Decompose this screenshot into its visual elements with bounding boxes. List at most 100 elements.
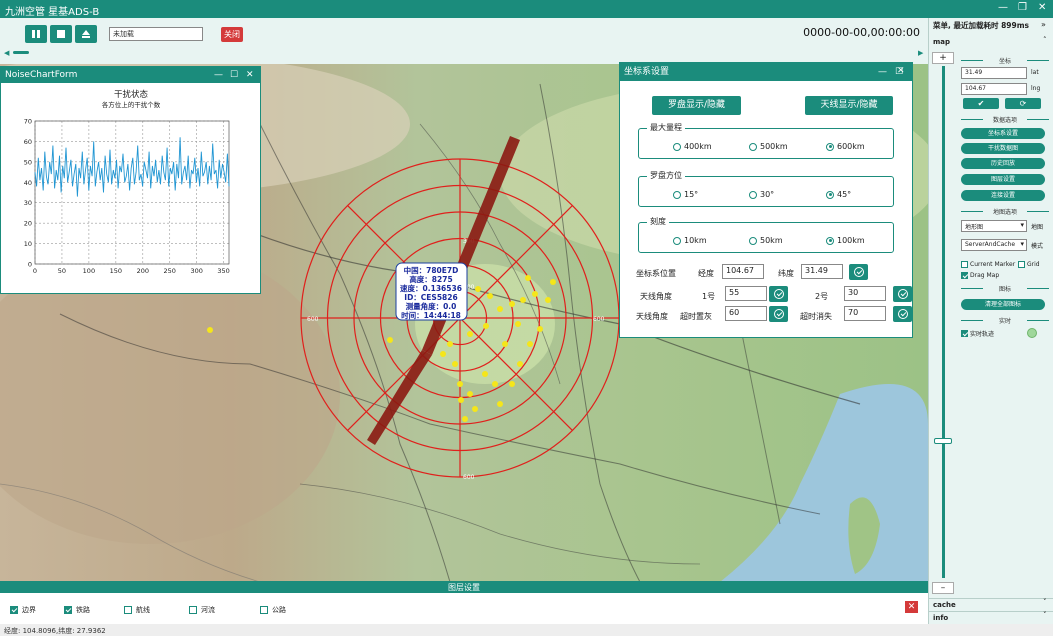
y-tick-label: 30 [24, 199, 32, 207]
antenna2-confirm-button[interactable] [893, 286, 912, 302]
chart-title: 干扰状态 [114, 89, 149, 100]
lon-label: 经度 [698, 269, 714, 278]
coord-window-header[interactable]: 坐标系设置 — ☐ [620, 63, 912, 81]
lat-field[interactable]: 31.49 [961, 67, 1027, 79]
check-icon [897, 289, 908, 299]
apply-coord-button[interactable]: ✔ [963, 98, 999, 109]
layer-settings-button[interactable]: 图层设置 [961, 174, 1045, 185]
timeout-gray-confirm-button[interactable] [769, 306, 788, 322]
cache-mode-select[interactable]: ServerAndCache [961, 239, 1027, 251]
y-tick-label: 10 [24, 240, 32, 248]
timeout-gray-input[interactable]: 60 [725, 306, 767, 321]
eject-button[interactable] [75, 25, 97, 43]
dir-option-15[interactable]: 15° [673, 190, 698, 199]
drag-map-checkbox[interactable]: Drag Map [961, 272, 999, 279]
map-section-header[interactable]: map [929, 36, 1053, 48]
coord-section-label: 坐标 [961, 56, 1049, 65]
close-icon[interactable]: ✕ [1038, 2, 1046, 13]
lng-field[interactable]: 104.67 [961, 83, 1027, 95]
close-icon-glyph[interactable]: ✕ [897, 66, 905, 76]
layer-river-checkbox[interactable]: 河流 [189, 605, 215, 615]
minimize-icon[interactable]: — [878, 63, 887, 81]
timeout-vanish-input[interactable]: 70 [844, 306, 886, 321]
antenna-angle-label: 天线角度 [640, 292, 672, 301]
x-tick-label: 250 [164, 267, 176, 275]
scale-option-100[interactable]: 100km [826, 236, 865, 245]
antenna2-label: 2号 [815, 292, 829, 301]
tooltip-line-4: ID：CES5826 [404, 293, 457, 302]
range-option-500[interactable]: 500km [749, 142, 788, 151]
antenna2-input[interactable]: 30 [844, 286, 886, 301]
lon-input[interactable]: 104.67 [722, 264, 764, 279]
zoom-in-button[interactable]: + [932, 52, 954, 64]
cache-section-header[interactable]: cache [929, 598, 1053, 610]
status-bar: 经度: 104.8096,纬度: 27.9362 [0, 624, 1053, 636]
layer-road-checkbox[interactable]: 公路 [260, 605, 286, 615]
close-button[interactable]: 关闭 [221, 27, 243, 42]
zoom-thumb[interactable] [934, 438, 952, 444]
info-section-header[interactable]: info [929, 611, 1053, 623]
noise-chart-window[interactable]: NoiseChartForm — ☐ ✕ 干扰状态 各方位上的干扰个数 0 10 2… [0, 66, 261, 294]
history-playback-button[interactable]: 历史回放 [961, 158, 1045, 169]
map-type-select[interactable]: 地形图 [961, 220, 1027, 232]
scale-group: 刻度 10km 50km 100km [638, 216, 894, 253]
antenna-toggle-button[interactable]: 天线显示/隐藏 [805, 96, 893, 115]
minimize-icon[interactable]: — [998, 2, 1008, 13]
lat-unit: lat [1031, 69, 1039, 76]
antenna1-confirm-button[interactable] [769, 286, 788, 302]
dir-option-30[interactable]: 30° [749, 190, 774, 199]
restore-icon[interactable]: ❐ [1018, 2, 1027, 13]
scale-option-10[interactable]: 10km [673, 236, 707, 245]
aircraft-tooltip: 中国：780E7D 高度：8275 速度：0.136536 ID：CES5826… [395, 262, 468, 321]
pause-button[interactable] [25, 25, 47, 43]
check-icon [897, 309, 908, 319]
file-input[interactable]: 未加载 [109, 27, 203, 41]
lat-input[interactable]: 31.49 [801, 264, 843, 279]
app-title: 九洲空管 星基ADS-B [5, 7, 100, 18]
antenna1-label: 1号 [702, 292, 716, 301]
layer-airway-checkbox[interactable]: 航线 [124, 605, 150, 615]
x-tick-label: 100 [83, 267, 95, 275]
scale-option-50[interactable]: 50km [749, 236, 783, 245]
collapse-right-icon[interactable]: » [1041, 20, 1046, 29]
check-icon [773, 289, 784, 299]
chevron-down-icon[interactable]: ˅ [1043, 598, 1047, 606]
realtime-track-checkbox[interactable]: 实时轨迹 [961, 329, 994, 338]
maximize-icon[interactable]: ☐ [230, 67, 238, 83]
clear-icons-button[interactable]: 清理全部图标 [961, 299, 1045, 310]
playback-slider[interactable]: ◀ ▶ [2, 48, 926, 56]
coord-settings-button[interactable]: 坐标系设置 [961, 128, 1045, 139]
layer-border-checkbox[interactable]: 边界 [10, 605, 36, 615]
chevron-down-icon[interactable]: ˅ [1043, 611, 1047, 619]
coord-settings-window[interactable]: 坐标系设置 — ☐ ✕ 罗盘显示/隐藏 天线显示/隐藏 最大量程 400km 5… [619, 62, 913, 338]
stop-button[interactable] [50, 25, 72, 43]
grid-checkbox[interactable]: Grid [1018, 261, 1040, 268]
layer-close-icon[interactable]: ✕ [905, 601, 918, 613]
tooltip-line-2: 高度：8275 [409, 274, 452, 284]
range-option-600[interactable]: 600km [826, 142, 865, 151]
coord-confirm-button[interactable] [849, 264, 868, 280]
realtime-section-label: 实时 [961, 316, 1049, 325]
compass-toggle-button[interactable]: 罗盘显示/隐藏 [652, 96, 741, 115]
x-tick-label: 50 [58, 267, 66, 275]
minimize-icon[interactable]: — [214, 67, 223, 83]
noise-window-header[interactable]: NoiseChartForm — ☐ ✕ [1, 67, 260, 83]
current-marker-checkbox[interactable]: Current Marker [961, 261, 1015, 268]
connection-settings-button[interactable]: 连接设置 [961, 190, 1045, 201]
dir-option-45[interactable]: 45° [826, 190, 851, 199]
x-tick-label: 0 [33, 267, 37, 275]
close-icon[interactable]: ✕ [246, 67, 254, 83]
refresh-icon: ⟳ [1019, 99, 1027, 108]
timeout-vanish-confirm-button[interactable] [893, 306, 912, 322]
slider-right-icon: ▶ [918, 49, 924, 56]
zoom-out-button[interactable]: – [932, 582, 954, 594]
noise-chart-button[interactable]: 干扰数据图 [961, 143, 1045, 154]
antenna1-input[interactable]: 55 [725, 286, 767, 301]
layer-railway-checkbox[interactable]: 铁路 [64, 605, 90, 615]
check-icon [773, 309, 784, 319]
refresh-button[interactable]: ⟳ [1005, 98, 1041, 109]
zoom-track[interactable] [942, 66, 945, 578]
chevron-up-icon[interactable]: ˄ [1043, 36, 1047, 44]
map-type-label: 地图 [1031, 224, 1044, 231]
range-option-400[interactable]: 400km [673, 142, 712, 151]
